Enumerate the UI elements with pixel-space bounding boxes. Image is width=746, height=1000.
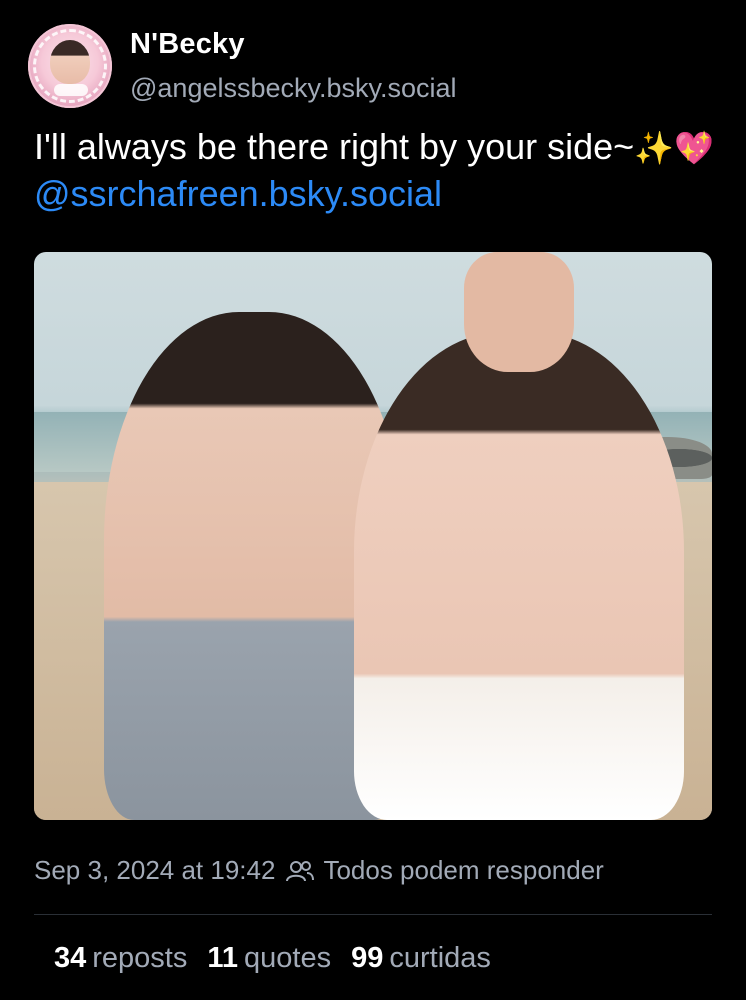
author-display-name[interactable]: N'Becky <box>130 28 245 61</box>
reply-setting[interactable]: Todos podem responder <box>323 855 603 886</box>
photo-person-right <box>354 332 684 820</box>
post-stats: 34 reposts 11 quotes 99 curtidas <box>54 942 491 975</box>
likes-count: 99 <box>351 942 384 974</box>
likes-label: curtidas <box>389 942 491 974</box>
reposts-stat[interactable]: 34 reposts <box>54 942 187 975</box>
quotes-label: quotes <box>244 942 332 974</box>
author-avatar[interactable] <box>28 24 112 108</box>
post-text-body: I'll always be there right by your side~ <box>34 126 635 167</box>
avatar-badge <box>54 84 88 96</box>
reposts-count: 34 <box>54 942 87 974</box>
post-emojis: ✨💖 <box>634 130 714 166</box>
photo-raised-hand <box>464 252 574 372</box>
post-meta: Sep 3, 2024 at 19:42 Todos podem respond… <box>34 855 604 886</box>
post-thread-item: N'Becky @angelssbecky.bsky.social I'll a… <box>0 0 746 1000</box>
post-image[interactable] <box>34 252 712 820</box>
divider <box>34 914 712 915</box>
quotes-count: 11 <box>207 942 239 974</box>
avatar-face <box>50 40 90 84</box>
people-icon <box>286 860 315 881</box>
reposts-label: reposts <box>92 942 188 974</box>
author-handle[interactable]: @angelssbecky.bsky.social <box>130 73 457 104</box>
post-text: I'll always be there right by your side~… <box>34 124 714 217</box>
likes-stat[interactable]: 99 curtidas <box>351 942 491 975</box>
post-timestamp: Sep 3, 2024 at 19:42 <box>34 855 276 885</box>
mention-link[interactable]: @ssrchafreen.bsky.social <box>34 173 442 214</box>
quotes-stat[interactable]: 11 quotes <box>207 942 331 975</box>
